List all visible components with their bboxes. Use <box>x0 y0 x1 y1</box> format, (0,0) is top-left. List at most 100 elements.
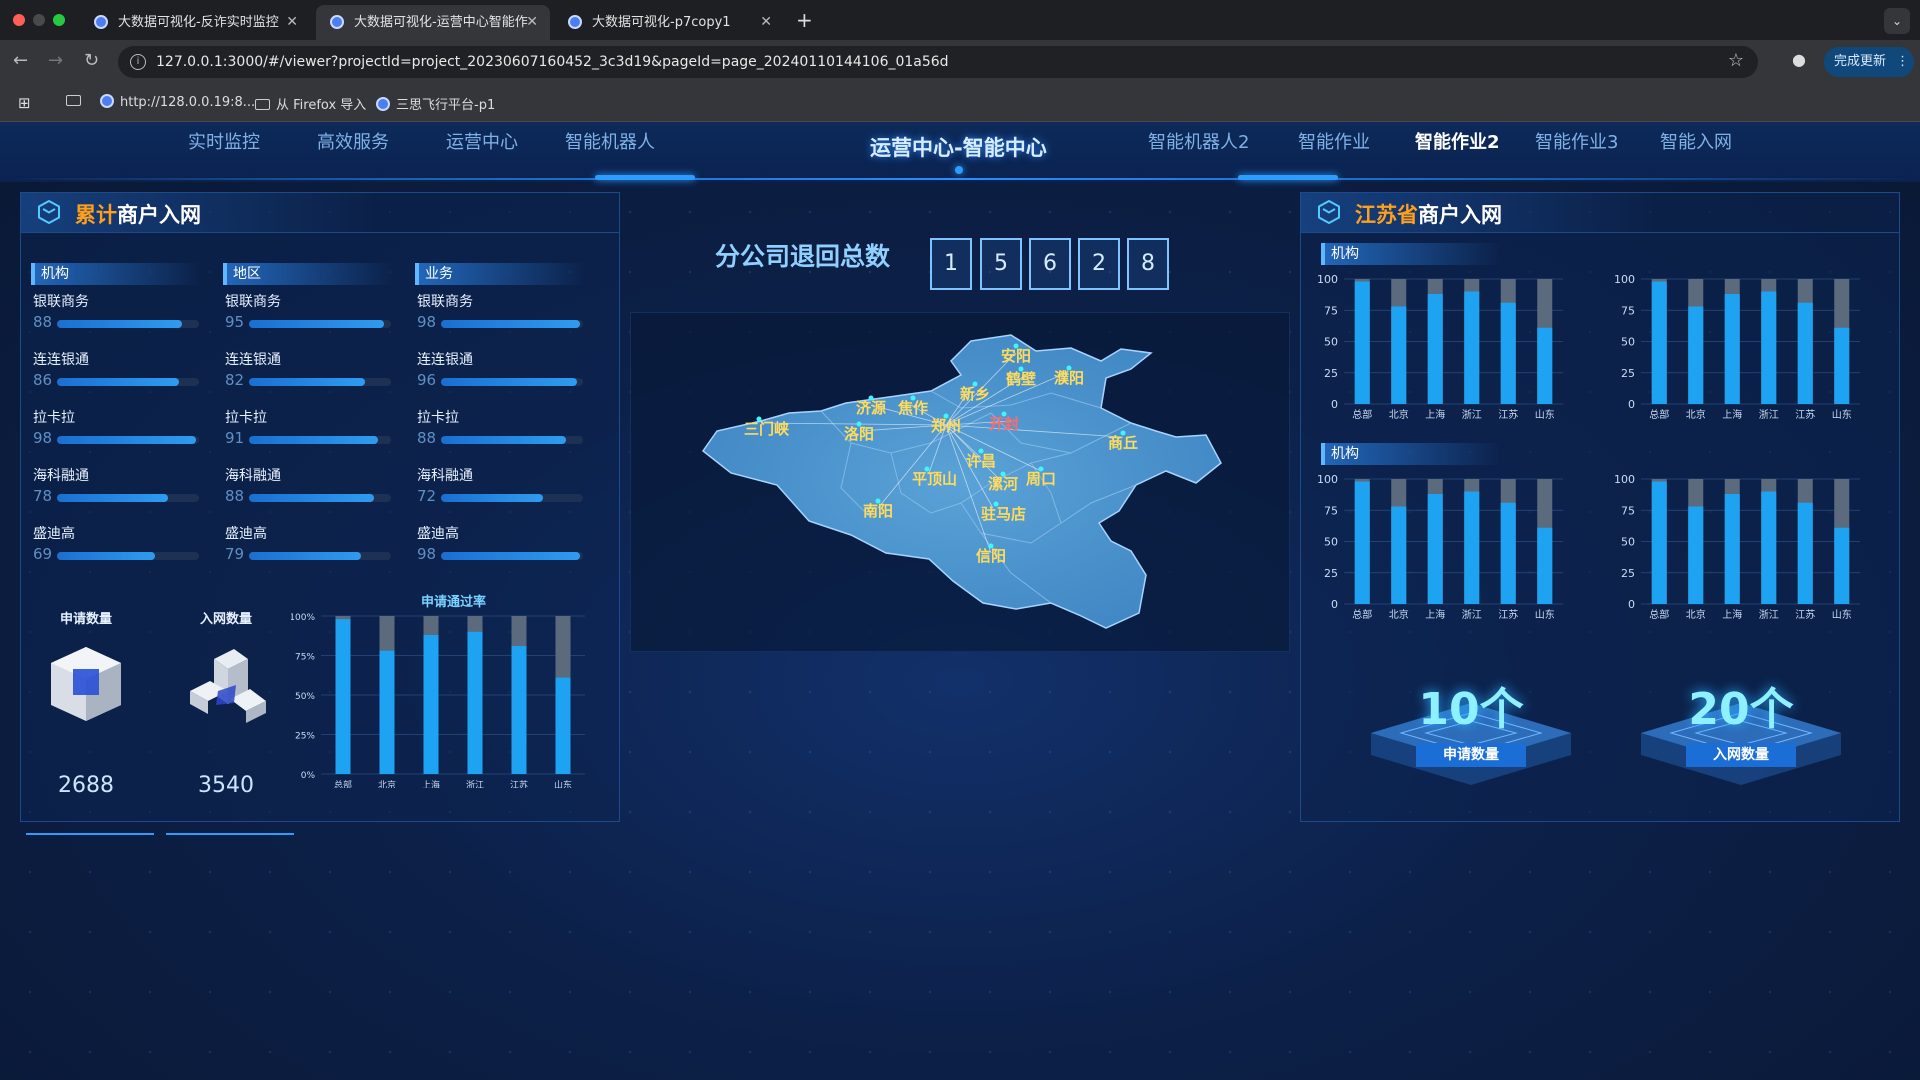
province-map: 安阳鹤壁 濮阳新乡济源 焦作三门峡 洛阳 郑州 开封商丘许昌平顶山 漯河 周口南阳 驻马店信阳 <box>701 334 1222 629</box>
metric-name: 拉卡拉 <box>225 410 267 426</box>
nav-active-indicator <box>1238 175 1338 180</box>
bar <box>335 619 351 774</box>
bookmark-item[interactable]: http://128.0.0.19:8... <box>100 94 255 110</box>
counter-block: 20个 入网数量 <box>1621 673 1861 767</box>
y-tick-label: 75 <box>1621 304 1635 317</box>
browser-tab-active[interactable]: 大数据可视化-运营中心智能作 ✕ <box>316 5 550 40</box>
x-tick-label: 浙江 <box>1759 609 1779 621</box>
y-tick-label: 75 <box>1324 304 1338 317</box>
x-tick-label: 江苏 <box>1498 608 1518 621</box>
browser-tab[interactable]: 大数据可视化-p7copy1 ✕ <box>554 5 784 40</box>
progress-track <box>249 320 391 328</box>
dashboard: 实时监控 高效服务 运营中心 智能机器人 运营中心-智能中心 智能机器人2 智能… <box>0 122 1920 1080</box>
x-tick-label: 江苏 <box>1795 408 1815 421</box>
update-button[interactable]: 完成更新 ⋮ <box>1824 47 1914 77</box>
metric-value: 88 <box>225 487 245 505</box>
city-label: 许昌 <box>966 452 996 470</box>
progress-track <box>57 552 199 560</box>
nav-item-service[interactable]: 高效服务 <box>317 128 389 154</box>
menu-icon[interactable]: ⋮ <box>1896 54 1909 69</box>
counter-value: 10个 <box>1418 684 1524 735</box>
y-tick-label: 100 <box>1614 473 1635 486</box>
stat-underline <box>26 833 154 835</box>
bar <box>1724 494 1740 604</box>
panel-header: 累计商户入网 <box>21 193 619 233</box>
stat-label: 入网数量 <box>199 612 252 627</box>
nav-item-job2[interactable]: 智能作业2 <box>1415 128 1500 154</box>
site-info-icon[interactable]: i <box>130 54 146 70</box>
metric-name: 盛迪高 <box>225 526 267 542</box>
browser-tab[interactable]: 大数据可视化-反诈实时监控 ✕ <box>80 5 310 40</box>
profile-icon[interactable]: ● <box>1788 50 1810 72</box>
folder-icon <box>255 99 270 110</box>
minimize-window-button[interactable] <box>33 14 45 26</box>
metric-value: 98 <box>417 545 437 563</box>
maximize-window-button[interactable] <box>53 14 65 26</box>
close-window-button[interactable] <box>13 14 25 26</box>
count-digit: 5 <box>980 238 1022 290</box>
page-title: 运营中心-智能中心 <box>870 136 1047 160</box>
city-label: 漯河 <box>988 475 1018 493</box>
progress-fill <box>249 378 366 386</box>
bar <box>379 650 395 774</box>
bar <box>511 646 527 774</box>
bookmark-item[interactable]: 从 Firefox 导入 <box>255 94 366 113</box>
city-label: 商丘 <box>1108 434 1138 452</box>
metric-value: 86 <box>33 371 53 389</box>
close-tab-icon[interactable]: ✕ <box>526 5 538 40</box>
forward-icon[interactable]: → <box>48 50 63 71</box>
panel-title: 累计商户入网 <box>75 203 201 227</box>
progress-track <box>57 320 199 328</box>
bar <box>1464 291 1480 404</box>
nav-item-robot[interactable]: 智能机器人 <box>565 128 655 154</box>
nav-glow-left <box>595 175 695 180</box>
org-bar-chart-2: 100 75 50 25 0 总部 北京 上海 浙江 江苏 山东 <box>1614 273 1860 421</box>
henan-map: 安阳 鹤壁 濮阳 新乡 济源 焦作 三门峡 洛阳 郑州 开封 商丘 许昌 平顶山 漯河 周口 南阳 驻马店 信阳 <box>630 312 1290 652</box>
apps-grid-icon[interactable]: ⊞ <box>18 94 31 112</box>
nav-item-robot2[interactable]: 智能机器人2 <box>1148 128 1249 154</box>
nav-item-network[interactable]: 智能入网 <box>1660 128 1732 154</box>
panel-title: 江苏省商户入网 <box>1355 203 1502 227</box>
column-header: 地区 <box>223 263 393 285</box>
metric-value: 78 <box>33 487 53 505</box>
progress-fill <box>57 494 168 502</box>
metric-row: 银联商务 98 <box>415 291 585 349</box>
progress-track <box>441 436 583 444</box>
nav-item-job[interactable]: 智能作业 <box>1298 128 1370 154</box>
bar <box>1724 294 1740 404</box>
x-tick-label: 山东 <box>1535 608 1555 621</box>
stat-value: 2688 <box>58 773 114 798</box>
metric-name: 盛迪高 <box>33 526 75 542</box>
tab-search-icon[interactable]: ⌄ <box>1884 8 1910 34</box>
bookmark-item[interactable]: 三思飞行平台-p1 <box>376 94 495 113</box>
back-icon[interactable]: ← <box>13 50 28 71</box>
x-tick-label: 浙江 <box>1462 609 1482 621</box>
y-tick-label: 25 <box>1621 367 1635 380</box>
province-shape <box>701 334 1222 629</box>
progress-fill <box>57 378 180 386</box>
nav-item-job3[interactable]: 智能作业3 <box>1535 128 1618 154</box>
close-tab-icon[interactable]: ✕ <box>286 5 298 40</box>
bookmark-folder-icon[interactable] <box>66 94 87 109</box>
progress-fill <box>441 494 544 502</box>
tab-title: 大数据可视化-运营中心智能作 <box>354 15 528 30</box>
metric-row: 银联商务 95 <box>223 291 393 349</box>
nav-item-realtime[interactable]: 实时监控 <box>188 128 260 154</box>
metric-name: 拉卡拉 <box>33 410 75 426</box>
metric-name: 银联商务 <box>33 294 89 310</box>
address-bar[interactable]: i 127.0.0.1:3000/#/viewer?projectId=proj… <box>118 46 1758 78</box>
bar <box>1500 502 1516 604</box>
nav-item-ops[interactable]: 运营中心 <box>446 128 518 154</box>
url-text[interactable]: 127.0.0.1:3000/#/viewer?projectId=projec… <box>156 46 949 78</box>
bar <box>1354 481 1370 604</box>
bar <box>423 634 439 774</box>
y-tick-label: 100 <box>1614 273 1635 286</box>
bookmark-star-icon[interactable]: ☆ <box>1728 50 1744 71</box>
reload-icon[interactable]: ↻ <box>84 50 99 71</box>
city-label: 三门峡 <box>744 420 790 438</box>
chart-subheader: 机构 <box>1321 243 1501 265</box>
x-tick-label: 上海 <box>1722 608 1742 621</box>
new-tab-icon[interactable]: + <box>796 5 813 35</box>
close-tab-icon[interactable]: ✕ <box>760 5 772 40</box>
cube-box-icon <box>51 647 121 721</box>
